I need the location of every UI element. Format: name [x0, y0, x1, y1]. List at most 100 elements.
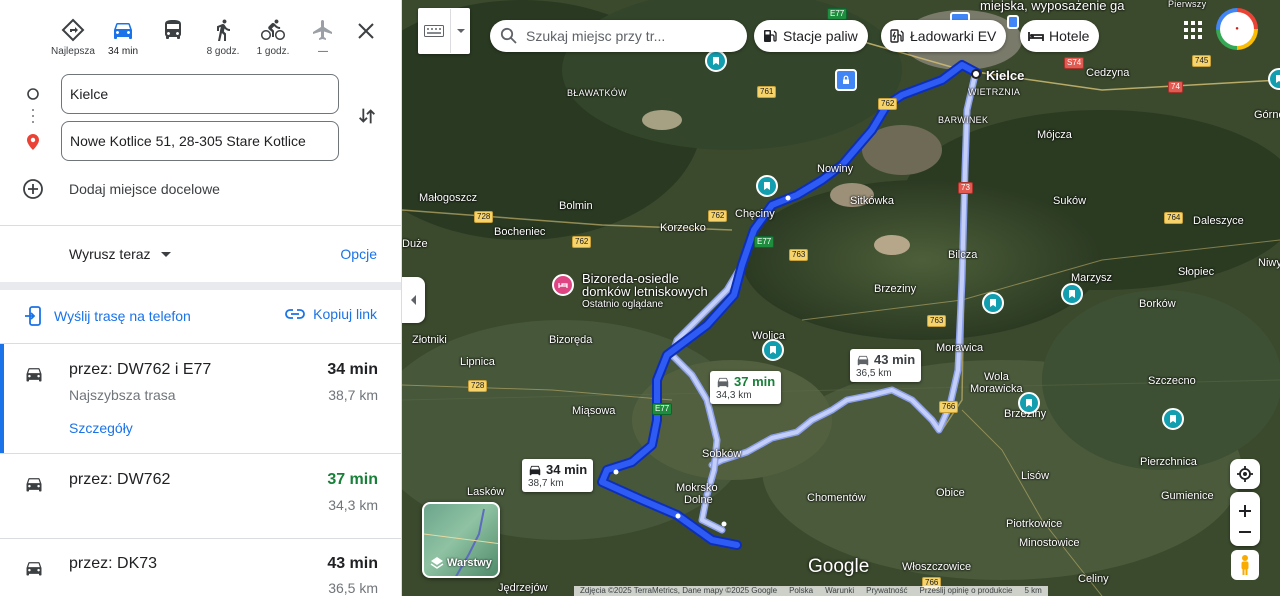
poi-name-line2[interactable]: domków letniskowych	[582, 284, 708, 299]
road-shield: 762	[708, 210, 728, 222]
poi-pin[interactable]	[1007, 15, 1019, 29]
caret-down-icon	[160, 251, 171, 257]
my-location-button[interactable]	[1230, 459, 1260, 489]
route-via: przez: DW762	[69, 471, 171, 488]
map-label-wietrznia: WIETRZNIA	[968, 87, 1021, 97]
destination-input[interactable]	[61, 121, 339, 161]
chip-ev-chargers[interactable]: Ładowarki EV	[881, 20, 1007, 52]
input-tools-button[interactable]	[418, 8, 470, 54]
poi-pin[interactable]	[1018, 392, 1040, 414]
privacy-link[interactable]: Prywatność	[860, 586, 913, 596]
route-option-1[interactable]: przez: DW762 i E77 Najszybsza trasa Szcz…	[0, 344, 401, 453]
bike-icon	[261, 19, 285, 40]
map-label-gumienice: Gumienice	[1161, 490, 1214, 502]
maps-app: Najlepsza 34 min 8 godz. 1 godz. — Kielc…	[0, 0, 1280, 596]
zoom-in-icon[interactable]	[1238, 504, 1252, 518]
send-to-phone-button[interactable]: Wyślij trasę na telefon	[24, 306, 191, 326]
options-button[interactable]: Opcje	[340, 246, 377, 262]
chevron-left-icon	[411, 295, 416, 305]
add-destination-button[interactable]: Dodaj miejsce docelowe	[22, 176, 362, 202]
route-label-distance: 38,7 km	[528, 478, 564, 489]
map-label-nowiny: Nowiny	[817, 163, 854, 175]
route-label-alt2[interactable]: 43 min 36,5 km	[850, 349, 922, 382]
map-label-mokrsko: Mokrsko	[676, 482, 718, 494]
collapse-panel-button[interactable]	[402, 277, 425, 323]
route-label-time: 43 min	[874, 352, 916, 367]
route-via: przez: DW762 i E77	[69, 361, 212, 378]
account-avatar[interactable]: ●	[1216, 8, 1258, 50]
map-banner-text: miejska, wyposażenie ga	[980, 0, 1125, 13]
mode-best-button[interactable]: Najlepsza	[48, 14, 98, 62]
map-label-morawicka: Morawicka	[970, 383, 1023, 395]
terms-link[interactable]: Warunki	[819, 586, 860, 596]
keyboard-icon	[423, 25, 444, 37]
hotel-pin[interactable]	[552, 274, 574, 296]
mode-flight-label: —	[318, 46, 328, 57]
road-shield: 74	[1168, 81, 1183, 93]
poi-pin[interactable]	[1061, 283, 1083, 305]
road-shield: 73	[958, 182, 973, 194]
chip-hotels[interactable]: Hotele	[1020, 20, 1100, 52]
parking-lock-pin[interactable]	[835, 69, 857, 91]
close-icon[interactable]	[354, 19, 378, 43]
map-attribution: Zdjęcia ©2025 TerraMetrics, Dane mapy ©2…	[574, 586, 1048, 596]
search-along-route[interactable]: Szukaj miejsc przy tr...	[490, 20, 747, 52]
chip-gas-stations[interactable]: Stacje paliw	[754, 20, 868, 52]
map-label-lipnica: Lipnica	[460, 356, 495, 368]
route-label-distance: 34,3 km	[716, 390, 752, 401]
link-icon	[285, 309, 306, 319]
street-view-button[interactable]	[1231, 550, 1259, 580]
layers-button[interactable]: Warstwy	[422, 502, 500, 578]
feedback-link[interactable]: Prześlij opinię o produkcie	[914, 586, 1019, 596]
poi-pin[interactable]	[705, 50, 727, 72]
diamond-directions-icon	[61, 18, 85, 42]
map-label-obice: Obice	[936, 487, 965, 499]
map-label-bolmin: Bolmin	[559, 200, 593, 212]
origin-input[interactable]	[61, 74, 339, 114]
route-label-alt1[interactable]: 37 min 34,3 km	[710, 371, 782, 404]
poi-pin[interactable]	[1162, 408, 1184, 430]
map-label-chomentow: Chomentów	[807, 492, 866, 504]
copy-link-label: Kopiuj link	[313, 306, 377, 322]
map-label-minostowice: Minostowice	[1019, 537, 1080, 549]
map-label-korzecko: Korzecko	[660, 222, 706, 234]
poi-pin[interactable]	[756, 175, 778, 197]
road-shield: 762	[878, 98, 898, 110]
layers-icon	[430, 557, 444, 569]
copy-link-button[interactable]: Kopiuj link	[285, 306, 377, 322]
depart-now-dropdown[interactable]: Wyrusz teraz	[69, 246, 171, 262]
route-details-link[interactable]: Szczegóły	[69, 420, 133, 436]
poi-pin[interactable]	[982, 292, 1004, 314]
route-label-main[interactable]: 34 min 38,7 km	[522, 459, 594, 492]
mode-best-label: Najlepsza	[51, 46, 95, 57]
divider	[0, 225, 401, 226]
road-shield: E77	[652, 403, 673, 415]
scale-bar[interactable]: 5 km	[1018, 586, 1047, 596]
map-label-celiny: Celiny	[1078, 573, 1109, 585]
map-canvas[interactable]: miejska, wyposażenie ga Pierwszy Kielce …	[402, 0, 1280, 596]
mode-walk-button[interactable]: 8 godz.	[198, 14, 248, 62]
region-link[interactable]: Polska	[783, 586, 819, 596]
map-label-lisow: Lisów	[1021, 470, 1050, 482]
route-option-3[interactable]: przez: DK73 43 min 36,5 km	[0, 539, 401, 596]
map-label-kielce: Kielce	[986, 68, 1025, 83]
apps-grid-icon[interactable]	[1181, 18, 1205, 42]
road-shield: 762	[572, 236, 592, 248]
map-label-zlotniki: Złotniki	[412, 334, 447, 346]
mode-flight-button[interactable]: —	[298, 14, 348, 62]
road-shield: 766	[939, 401, 959, 413]
map-label-slopiec: Słopiec	[1178, 266, 1215, 278]
mode-bike-button[interactable]: 1 godz.	[248, 14, 298, 62]
add-destination-label: Dodaj miejsce docelowe	[69, 181, 220, 197]
map-label-daleszyce: Daleszyce	[1193, 215, 1244, 227]
map-label-bocheniec: Bocheniec	[494, 226, 546, 238]
mode-car-button[interactable]: 34 min	[98, 14, 148, 62]
route-via: przez: DK73	[69, 555, 158, 572]
route-option-2[interactable]: przez: DW762 37 min 34,3 km	[0, 454, 401, 538]
travel-mode-bar: Najlepsza 34 min 8 godz. 1 godz. —	[48, 14, 348, 62]
swap-icon[interactable]	[356, 105, 378, 127]
mode-transit-button[interactable]	[148, 14, 198, 62]
avatar-logo: ●	[1220, 12, 1254, 46]
poi-pin[interactable]	[762, 339, 784, 361]
zoom-out-icon[interactable]	[1238, 530, 1252, 534]
